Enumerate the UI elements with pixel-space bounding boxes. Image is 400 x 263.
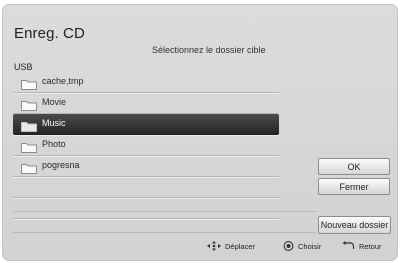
folder-icon [21, 161, 37, 174]
hint-move-label: Déplacer [225, 241, 256, 251]
four-way-arrows-icon [207, 241, 221, 251]
hint-back: Retour [342, 241, 382, 251]
folder-item-label: Movie [42, 97, 67, 107]
folder-list: cache,tmp Movie Music Photo pogresna [13, 72, 279, 219]
new-folder-button[interactable]: Nouveau dossier [318, 216, 391, 234]
dialog-title: Enreg. CD [14, 25, 85, 42]
source-device-label: USB [14, 62, 33, 72]
folder-item-label: cache,tmp [42, 76, 84, 86]
dialog-subtitle: Sélectionnez le dossier cible [152, 45, 266, 55]
folder-icon [21, 140, 37, 153]
close-button[interactable]: Fermer [318, 178, 390, 195]
ok-button[interactable]: OK [318, 158, 390, 175]
hint-select-label: Choisir [298, 241, 322, 251]
folder-item-pogresna[interactable]: pogresna [13, 156, 279, 177]
folder-item-movie[interactable]: Movie [13, 93, 279, 114]
folder-item-label: Music [42, 118, 66, 128]
return-arrow-icon [342, 241, 355, 249]
empty-list-row [13, 177, 279, 198]
divider [13, 211, 316, 212]
hint-back-label: Retour [359, 241, 382, 251]
folder-item-cache-tmp[interactable]: cache,tmp [13, 72, 279, 93]
folder-icon [21, 98, 37, 111]
folder-icon [21, 119, 37, 132]
copy-cd-dialog: Enreg. CD Sélectionnez le dossier cible … [2, 4, 398, 261]
hint-move: Déplacer [207, 241, 255, 251]
folder-item-label: Photo [42, 139, 66, 149]
empty-list-row [13, 198, 279, 219]
folder-item-music[interactable]: Music [13, 114, 279, 135]
enter-button-icon [283, 241, 294, 251]
folder-icon [21, 77, 37, 90]
hint-select: Choisir [283, 241, 321, 251]
folder-item-label: pogresna [42, 160, 80, 170]
divider [13, 232, 316, 233]
folder-item-photo[interactable]: Photo [13, 135, 279, 156]
